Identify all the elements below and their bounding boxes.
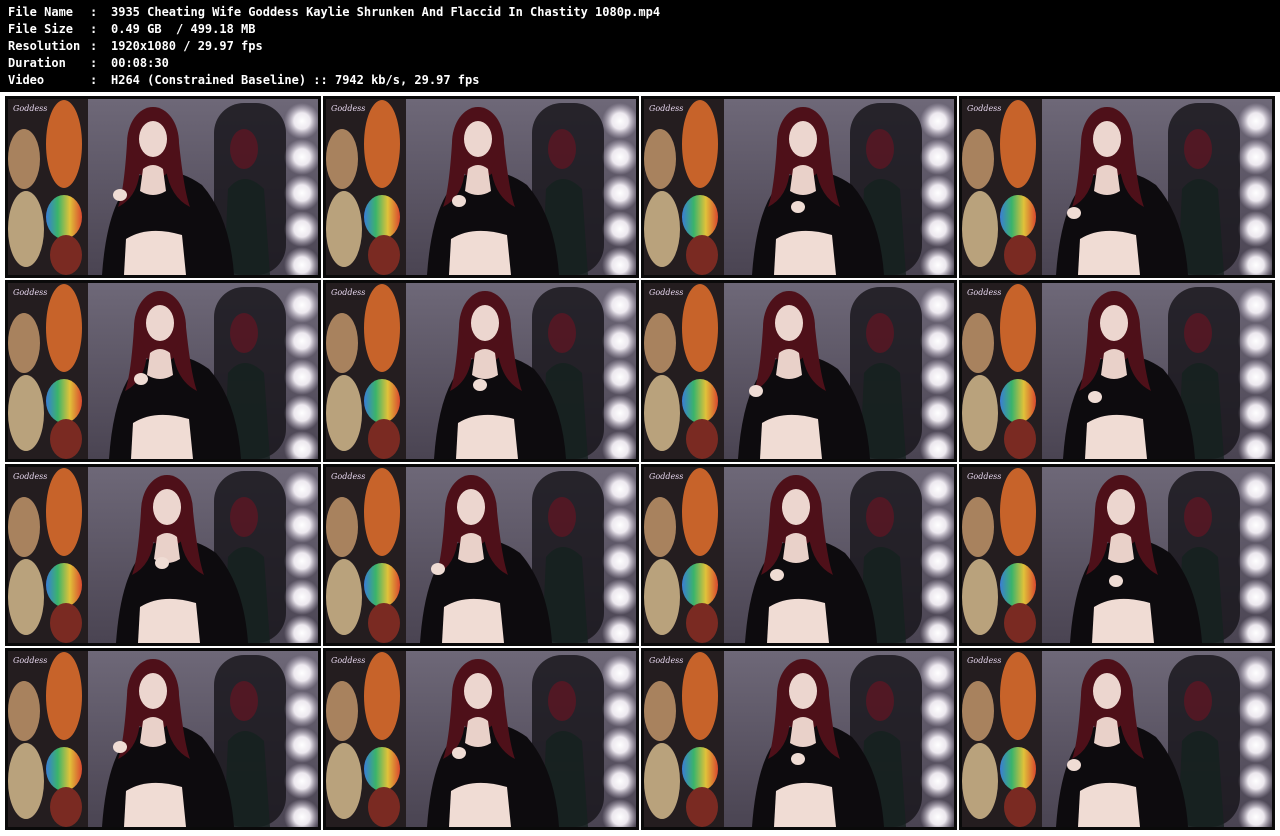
video-thumbnail[interactable]: Goddess bbox=[5, 464, 321, 646]
wig-shelf bbox=[644, 651, 724, 827]
info-value: 3935 Cheating Wife Goddess Kaylie Shrunk… bbox=[111, 5, 661, 19]
thumbnail-grid: Goddess Goddess Goddess Goddess Goddess Godde… bbox=[0, 92, 1280, 836]
watermark-logo: Goddess bbox=[13, 288, 47, 297]
info-row-file-name: File Name : 3935 Cheating Wife Goddess K… bbox=[8, 4, 1268, 21]
info-label: File Size bbox=[8, 22, 74, 36]
watermark-logo: Goddess bbox=[331, 104, 365, 113]
wig-shelf bbox=[326, 467, 406, 643]
video-thumbnail[interactable]: Goddess bbox=[959, 96, 1275, 278]
watermark-logo: Goddess bbox=[649, 472, 683, 481]
watermark-logo: Goddess bbox=[649, 656, 683, 665]
video-thumbnail[interactable]: Goddess bbox=[323, 96, 639, 278]
watermark-logo: Goddess bbox=[649, 288, 683, 297]
thumbnail-scene: Goddess bbox=[962, 651, 1272, 827]
wig-shelf bbox=[962, 651, 1042, 827]
thumbnail-scene: Goddess bbox=[644, 467, 954, 643]
wig-shelf bbox=[8, 467, 88, 643]
info-value: 00:08:30 bbox=[111, 56, 169, 70]
thumbnail-scene: Goddess bbox=[326, 467, 636, 643]
info-row-video: Video : H264 (Constrained Baseline) :: 7… bbox=[8, 72, 1268, 89]
wig-shelf bbox=[8, 283, 88, 459]
thumbnail-scene: Goddess bbox=[962, 467, 1272, 643]
info-separator: : bbox=[90, 73, 98, 87]
info-label: Video bbox=[8, 73, 45, 87]
info-label: Resolution bbox=[8, 39, 81, 53]
thumbnail-scene: Goddess bbox=[326, 651, 636, 827]
video-thumbnail[interactable]: Goddess bbox=[959, 648, 1275, 830]
wig-shelf bbox=[326, 283, 406, 459]
video-thumbnail[interactable]: Goddess bbox=[641, 280, 957, 462]
video-thumbnail[interactable]: Goddess bbox=[959, 280, 1275, 462]
info-separator: : bbox=[90, 39, 98, 53]
wig-shelf bbox=[8, 651, 88, 827]
wig-shelf bbox=[962, 283, 1042, 459]
watermark-logo: Goddess bbox=[967, 288, 1001, 297]
video-thumbnail[interactable]: Goddess bbox=[5, 648, 321, 830]
video-thumbnail[interactable]: Goddess bbox=[5, 96, 321, 278]
info-separator: : bbox=[90, 56, 98, 70]
info-label: File Name bbox=[8, 5, 74, 19]
info-value: H264 (Constrained Baseline) :: 7942 kb/s… bbox=[111, 73, 480, 87]
wig-shelf bbox=[8, 99, 88, 275]
wig-shelf bbox=[962, 467, 1042, 643]
info-row-resolution: Resolution : 1920x1080 / 29.97 fps bbox=[8, 38, 1268, 55]
thumbnail-scene: Goddess bbox=[326, 283, 636, 459]
watermark-logo: Goddess bbox=[331, 288, 365, 297]
info-value: 1920x1080 / 29.97 fps bbox=[111, 39, 263, 53]
video-thumbnail[interactable]: Goddess bbox=[641, 96, 957, 278]
wig-shelf bbox=[644, 467, 724, 643]
watermark-logo: Goddess bbox=[13, 656, 47, 665]
info-separator: : bbox=[90, 22, 98, 36]
wig-shelf bbox=[326, 99, 406, 275]
wig-shelf bbox=[644, 99, 724, 275]
video-thumbnail[interactable]: Goddess bbox=[323, 464, 639, 646]
thumbnail-scene: Goddess bbox=[962, 283, 1272, 459]
info-separator: : bbox=[90, 5, 98, 19]
watermark-logo: Goddess bbox=[13, 104, 47, 113]
wig-shelf bbox=[962, 99, 1042, 275]
thumbnail-scene: Goddess bbox=[326, 99, 636, 275]
video-thumbnail[interactable]: Goddess bbox=[323, 648, 639, 830]
info-label: Duration bbox=[8, 56, 66, 70]
thumbnail-scene: Goddess bbox=[8, 283, 318, 459]
watermark-logo: Goddess bbox=[331, 656, 365, 665]
thumbnail-scene: Goddess bbox=[644, 99, 954, 275]
wig-shelf bbox=[644, 283, 724, 459]
file-info-header: File Name : 3935 Cheating Wife Goddess K… bbox=[0, 0, 1280, 92]
thumbnail-scene: Goddess bbox=[962, 99, 1272, 275]
info-row-file-size: File Size : 0.49 GB / 499.18 MB bbox=[8, 21, 1268, 38]
watermark-logo: Goddess bbox=[13, 472, 47, 481]
video-thumbnail[interactable]: Goddess bbox=[641, 648, 957, 830]
thumbnail-scene: Goddess bbox=[8, 651, 318, 827]
video-thumbnail[interactable]: Goddess bbox=[641, 464, 957, 646]
info-value: 0.49 GB / 499.18 MB bbox=[111, 22, 256, 36]
watermark-logo: Goddess bbox=[331, 472, 365, 481]
info-row-duration: Duration : 00:08:30 bbox=[8, 55, 1268, 72]
thumbnail-scene: Goddess bbox=[8, 99, 318, 275]
video-thumbnail[interactable]: Goddess bbox=[5, 280, 321, 462]
watermark-logo: Goddess bbox=[649, 104, 683, 113]
thumbnail-scene: Goddess bbox=[644, 651, 954, 827]
watermark-logo: Goddess bbox=[967, 104, 1001, 113]
watermark-logo: Goddess bbox=[967, 656, 1001, 665]
video-thumbnail[interactable]: Goddess bbox=[323, 280, 639, 462]
thumbnail-scene: Goddess bbox=[8, 467, 318, 643]
thumbnail-scene: Goddess bbox=[644, 283, 954, 459]
wig-shelf bbox=[326, 651, 406, 827]
watermark-logo: Goddess bbox=[967, 472, 1001, 481]
video-thumbnail[interactable]: Goddess bbox=[959, 464, 1275, 646]
